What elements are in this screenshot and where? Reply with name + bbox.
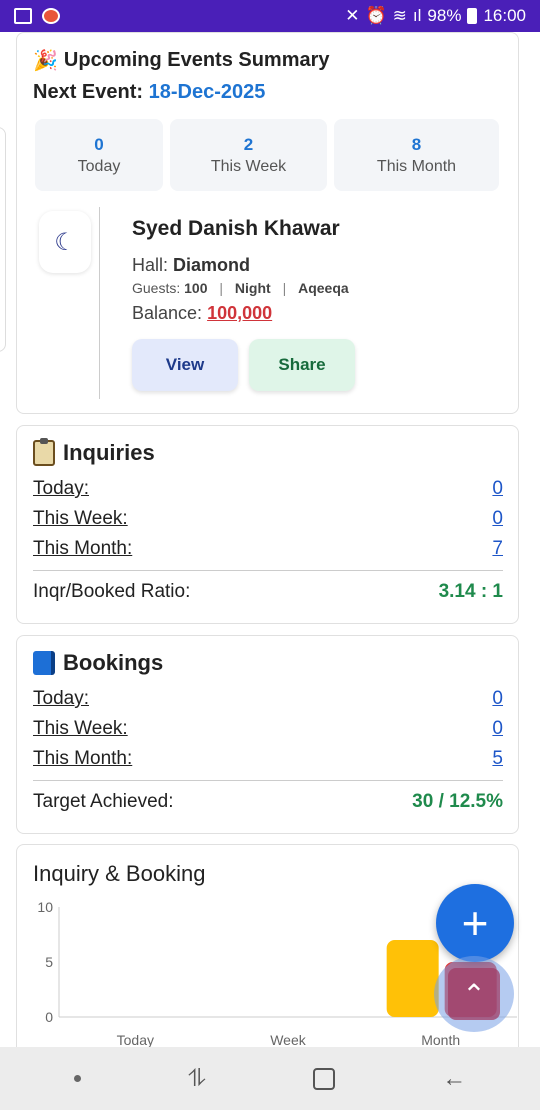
- stat-this-week[interactable]: 2 This Week: [170, 119, 327, 191]
- side-drawer-edge[interactable]: [0, 127, 6, 352]
- system-nav-bar: ⥮ ←: [0, 1047, 540, 1110]
- bookings-week-count[interactable]: 0: [492, 718, 503, 740]
- x-tick-label: Today: [117, 1032, 154, 1047]
- clipboard-icon: [33, 438, 55, 466]
- inquiries-today-count[interactable]: 0: [492, 478, 503, 500]
- nav-dot-icon: [73, 1075, 81, 1082]
- inquiries-title: Inquiries: [33, 438, 155, 466]
- next-event: Next Event: 18-Dec-2025: [33, 81, 266, 103]
- mute-icon: ✕: [345, 6, 360, 25]
- book-icon: [33, 651, 55, 675]
- stat-this-month[interactable]: 8 This Month: [334, 119, 499, 191]
- signal-icon: ıl: [412, 6, 422, 25]
- event-meta: Guests: 100 | Night | Aqeeqa: [132, 280, 349, 296]
- chart-title: Inquiry & Booking: [33, 861, 206, 886]
- event-stats: 0 Today 2 This Week 8 This Month: [35, 119, 499, 191]
- next-event-date: 18-Dec-2025: [148, 81, 266, 103]
- add-button[interactable]: +: [436, 884, 514, 962]
- bookings-row-month: This Month: 5: [33, 748, 503, 770]
- inquiries-week-link[interactable]: This Week:: [33, 508, 128, 530]
- recent-apps-icon[interactable]: ⥮: [188, 1065, 205, 1093]
- bookings-title: Bookings: [33, 650, 163, 676]
- chevron-up-icon: ⌃: [448, 968, 500, 1020]
- inquiries-card: Inquiries Today: 0 This Week: 0 This Mon…: [16, 425, 519, 624]
- inquiries-month-link[interactable]: This Month:: [33, 538, 132, 560]
- battery-percent: 98%: [427, 6, 462, 25]
- scroll-to-top-button[interactable]: ⌃: [434, 956, 514, 1032]
- bookings-month-link[interactable]: This Month:: [33, 748, 132, 770]
- battery-icon: [467, 8, 478, 24]
- view-button[interactable]: View: [132, 339, 238, 391]
- x-tick-label: Week: [270, 1032, 307, 1047]
- inquiry-ratio: Inqr/Booked Ratio: 3.14 : 1: [33, 581, 503, 602]
- share-button[interactable]: Share: [249, 339, 355, 391]
- bookings-row-week: This Week: 0: [33, 718, 503, 740]
- inquiries-row-week: This Week: 0: [33, 508, 503, 530]
- inquiries-row-month: This Month: 7: [33, 538, 503, 560]
- moon-stars-icon: ☾: [39, 211, 91, 273]
- chart-bar: [386, 940, 439, 1017]
- y-tick-label: 5: [45, 954, 53, 970]
- upcoming-events-card: 🎉 Upcoming Events Summary Next Event: 18…: [16, 32, 519, 414]
- divider: [33, 780, 503, 781]
- divider: [33, 570, 503, 571]
- target-achieved: Target Achieved: 30 / 12.5%: [33, 791, 503, 812]
- y-tick-label: 0: [45, 1009, 53, 1025]
- event-client-name: Syed Danish Khawar: [132, 217, 340, 240]
- bookings-month-count[interactable]: 5: [492, 748, 503, 770]
- event-balance: Balance: 100,000: [132, 303, 273, 323]
- event-divider: [99, 207, 100, 399]
- wifi-icon: ≋: [392, 6, 407, 25]
- bookings-card: Bookings Today: 0 This Week: 0 This Mont…: [16, 635, 519, 834]
- balance-amount-link[interactable]: 100,000: [207, 303, 272, 323]
- bookings-week-link[interactable]: This Week:: [33, 718, 128, 740]
- inquiries-month-count[interactable]: 7: [492, 538, 503, 560]
- events-title: 🎉 Upcoming Events Summary: [33, 49, 330, 72]
- status-bar: ✕ ⏰ ≋ ıl 98% 16:00: [0, 0, 540, 32]
- app-notification-icon: [42, 8, 60, 24]
- alarm-icon: ⏰: [365, 6, 387, 25]
- bookings-row-today: Today: 0: [33, 688, 503, 710]
- stat-today[interactable]: 0 Today: [35, 119, 163, 191]
- inquiries-row-today: Today: 0: [33, 478, 503, 500]
- gallery-notification-icon: [14, 8, 32, 24]
- y-tick-label: 10: [37, 899, 53, 915]
- inquiries-week-count[interactable]: 0: [492, 508, 503, 530]
- home-button-icon[interactable]: [312, 1067, 335, 1090]
- bookings-today-link[interactable]: Today:: [33, 688, 89, 710]
- back-arrow-icon[interactable]: ←: [442, 1065, 466, 1093]
- party-popper-icon: 🎉: [33, 50, 58, 72]
- clock: 16:00: [483, 6, 526, 25]
- x-tick-label: Month: [421, 1032, 460, 1047]
- inquiries-today-link[interactable]: Today:: [33, 478, 89, 500]
- bookings-today-count[interactable]: 0: [492, 688, 503, 710]
- event-hall: Hall: Diamond: [132, 255, 251, 275]
